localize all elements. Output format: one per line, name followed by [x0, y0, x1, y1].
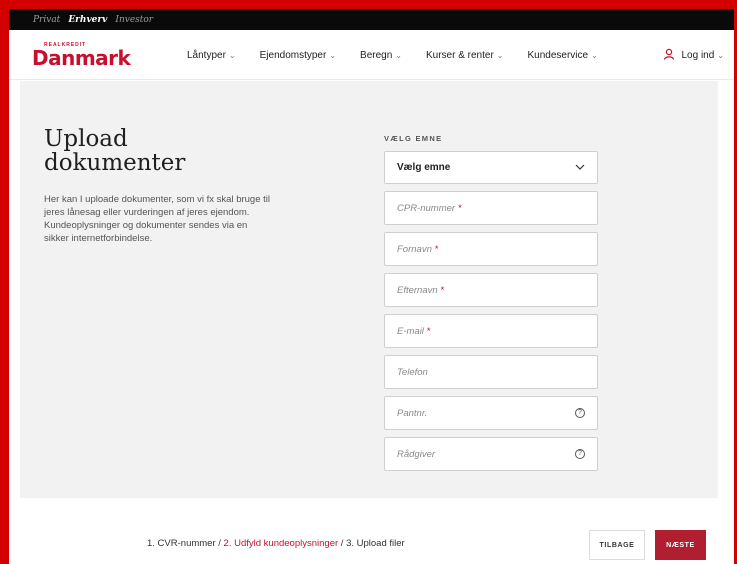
page-title: Upload dokumenter: [44, 127, 264, 175]
step-1: 1. CVR-nummer /: [147, 538, 224, 549]
page-title-line2: dokumenter: [44, 150, 186, 176]
audience-link-investor[interactable]: Investor: [115, 15, 153, 25]
field-placeholder-text: Telefon: [397, 366, 428, 378]
nav-item-beregn[interactable]: Beregn ⌄: [360, 50, 402, 61]
chevron-down-icon: ⌄: [496, 50, 504, 60]
step-footer: 1. CVR-nummer / 2. Udfyld kundeoplysning…: [9, 498, 734, 564]
page-title-line1: Upload: [44, 126, 128, 152]
nav-item-label: Kurser & renter: [425, 49, 494, 61]
required-marker: *: [458, 202, 462, 214]
nav-item-kundeservice[interactable]: Kundeservice ⌄: [528, 50, 598, 61]
nav-item-laantyper[interactable]: Låntyper ⌄: [187, 50, 236, 61]
user-icon: [663, 48, 675, 63]
field-placeholder: Fornavn *: [397, 244, 439, 255]
field-placeholder: Telefon: [397, 367, 428, 378]
field-placeholder: CPR-nummer *: [397, 203, 462, 214]
required-marker: *: [426, 325, 431, 337]
chevron-down-icon: [575, 162, 585, 173]
phone-field[interactable]: Telefon: [384, 355, 598, 389]
customer-form: VÆLG EMNE Vælg emne CPR-nummer * Fornavn *…: [384, 134, 598, 478]
next-button[interactable]: NÆSTE: [655, 530, 706, 560]
email-field[interactable]: E-mail *: [384, 314, 598, 348]
chevron-down-icon: ⌄: [228, 50, 236, 60]
audience-link-erhverv[interactable]: Erhverv: [68, 15, 107, 25]
audience-link-privat[interactable]: Privat: [33, 15, 60, 25]
intro-text: Her kan I uploade dokumenter, som vi fx …: [44, 194, 271, 244]
topic-select[interactable]: Vælg emne: [384, 151, 598, 184]
topic-label: VÆLG EMNE: [384, 134, 443, 143]
nav-item-label: Låntyper: [187, 49, 226, 61]
login-button[interactable]: Log ind ⌄: [663, 30, 724, 80]
chevron-down-icon: ⌄: [395, 50, 402, 60]
step-breadcrumb: 1. CVR-nummer / 2. Udfyld kundeoplysning…: [147, 538, 405, 549]
step-3: / 3. Upload filer: [338, 538, 405, 549]
chevron-down-icon: ⌄: [329, 50, 337, 60]
back-button[interactable]: TILBAGE: [589, 530, 645, 560]
required-marker: *: [434, 243, 439, 255]
cpr-field[interactable]: CPR-nummer *: [384, 191, 598, 225]
chevron-down-icon: ⌄: [717, 50, 724, 60]
topic-select-value: Vælg emne: [397, 162, 451, 173]
advisor-field[interactable]: Rådgiver ?: [384, 437, 598, 471]
info-icon[interactable]: ?: [575, 408, 585, 418]
pantnr-field[interactable]: Pantnr. ?: [384, 396, 598, 430]
step-2-current: 2. Udfyld kundeoplysninger: [223, 538, 339, 549]
nav-item-label: Ejendomstyper: [259, 49, 327, 61]
info-icon[interactable]: ?: [575, 449, 585, 459]
last-name-field[interactable]: Efternavn *: [384, 273, 598, 307]
audience-bar: Privat Erhverv Investor: [9, 9, 734, 30]
required-marker: *: [440, 284, 445, 296]
upload-section: Upload dokumenter Her kan I uploade doku…: [20, 81, 718, 498]
nav-item-label: Kundeservice: [527, 49, 589, 61]
nav-item-kurser-renter[interactable]: Kurser & renter ⌄: [426, 50, 504, 61]
field-placeholder-text: Pantnr.: [397, 407, 428, 419]
field-placeholder-text: Efternavn: [397, 284, 438, 296]
field-placeholder-text: Fornavn: [397, 243, 432, 255]
logo-main-text: Danmark: [32, 46, 131, 70]
field-placeholder-text: Rådgiver: [397, 448, 436, 460]
field-placeholder: Rådgiver: [397, 449, 435, 460]
field-placeholder: E-mail *: [397, 326, 431, 337]
main-nav: Låntyper ⌄ Ejendomstyper ⌄ Beregn ⌄ Kurser …: [187, 30, 622, 80]
nav-item-label: Beregn: [360, 49, 393, 61]
field-placeholder-text: CPR-nummer: [397, 202, 456, 214]
nav-item-ejendomstyper[interactable]: Ejendomstyper ⌄: [260, 50, 336, 61]
field-placeholder-text: E-mail: [397, 325, 424, 337]
field-placeholder: Pantnr.: [397, 408, 427, 419]
main-header: REALKREDIT Danmark Låntyper ⌄ Ejendomstyp…: [9, 30, 734, 80]
chevron-down-icon: ⌄: [591, 50, 598, 60]
field-placeholder: Efternavn *: [397, 285, 444, 296]
brand-logo[interactable]: REALKREDIT Danmark: [32, 42, 131, 70]
login-label: Log ind: [681, 49, 715, 61]
first-name-field[interactable]: Fornavn *: [384, 232, 598, 266]
